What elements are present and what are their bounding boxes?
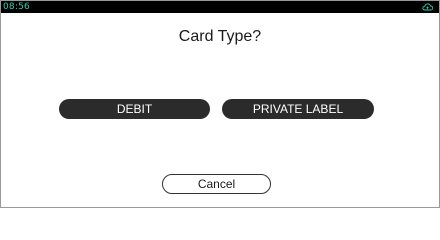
cloud-upload-icon [422, 3, 433, 11]
status-bar: 08:56 [1, 1, 439, 13]
debit-button[interactable]: DEBIT [59, 99, 210, 119]
dialog-title: Card Type? [178, 28, 262, 45]
status-clock: 08:56 [3, 2, 30, 12]
card-type-screen: 08:56 Card Type? DEBIT PRIVATE LABEL Can… [0, 0, 440, 208]
cancel-button[interactable]: Cancel [162, 174, 271, 194]
private-label-button[interactable]: PRIVATE LABEL [222, 99, 374, 119]
